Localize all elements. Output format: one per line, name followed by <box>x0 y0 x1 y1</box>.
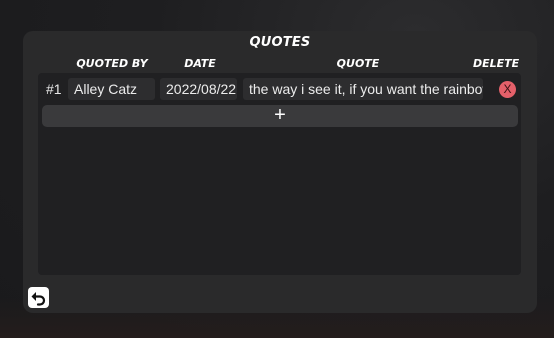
column-headers: QUOTED BY DATE QUOTE DELETE <box>23 57 537 71</box>
plus-icon: + <box>274 104 286 126</box>
header-date: DATE <box>184 57 216 70</box>
date-field[interactable]: 2022/08/22 <box>160 78 237 100</box>
row-index: #1 <box>46 81 62 97</box>
panel-title: QUOTES <box>249 35 311 50</box>
quote-field[interactable]: the way i see it, if you want the rainbo… <box>243 78 483 100</box>
quotes-panel: QUOTES QUOTED BY DATE QUOTE DELETE #1 Al… <box>23 31 537 313</box>
quoted-by-field[interactable]: Alley Catz <box>68 78 155 100</box>
undo-arrow-icon <box>31 292 46 306</box>
quote-row: #1 Alley Catz 2022/08/22 the way i see i… <box>38 77 521 101</box>
back-button[interactable] <box>28 287 49 308</box>
add-quote-button[interactable]: + <box>42 105 518 127</box>
header-quote: QUOTE <box>336 57 380 70</box>
delete-button[interactable]: X <box>499 81 516 98</box>
quotes-list: #1 Alley Catz 2022/08/22 the way i see i… <box>38 73 521 275</box>
close-icon: X <box>503 82 512 96</box>
header-quoted-by: QUOTED BY <box>76 57 148 70</box>
header-delete: DELETE <box>473 57 520 70</box>
